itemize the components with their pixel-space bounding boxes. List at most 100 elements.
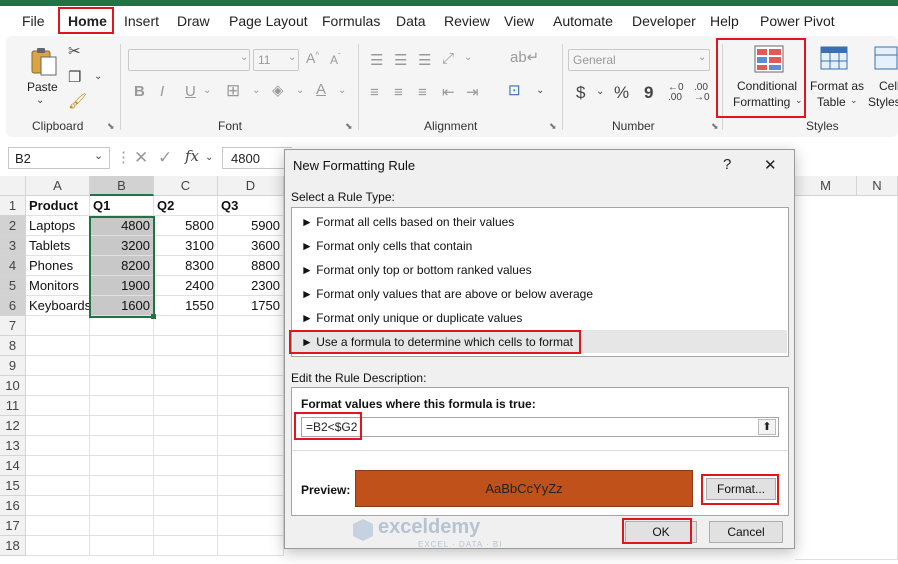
value-cell[interactable]: 2400 xyxy=(154,276,218,296)
value-cell[interactable]: 8300 xyxy=(154,256,218,276)
row-header[interactable]: 11 xyxy=(0,396,26,416)
column-header-a[interactable]: A xyxy=(26,176,90,196)
cut-icon[interactable]: ✂ xyxy=(68,44,81,59)
decrease-decimal-icon[interactable]: .00 →0 xyxy=(694,83,710,103)
align-left-icon[interactable]: ≡ xyxy=(370,85,379,100)
empty-cell[interactable] xyxy=(90,456,154,476)
empty-cell[interactable] xyxy=(154,356,218,376)
value-cell[interactable]: 3100 xyxy=(154,236,218,256)
rule-type-item[interactable]: ► Format only cells that contain xyxy=(293,234,787,257)
empty-cell[interactable] xyxy=(154,396,218,416)
font-name-combo[interactable] xyxy=(128,49,250,71)
top-align-icon[interactable]: ☰ xyxy=(370,53,383,68)
column-header-m[interactable]: M xyxy=(795,176,857,196)
empty-cell[interactable] xyxy=(26,536,90,556)
copy-icon[interactable]: ❐ xyxy=(68,70,81,85)
increase-decimal-icon[interactable]: ←0.00 xyxy=(668,83,684,103)
empty-cell[interactable] xyxy=(154,456,218,476)
empty-cell[interactable] xyxy=(90,476,154,496)
cancel-entry-icon[interactable]: ✕ xyxy=(134,149,148,166)
empty-cell[interactable] xyxy=(26,496,90,516)
empty-cell[interactable] xyxy=(154,536,218,556)
row-header[interactable]: 2 xyxy=(0,216,26,236)
borders-icon[interactable]: ⊞ xyxy=(226,82,240,99)
empty-cell[interactable] xyxy=(26,336,90,356)
tab-insert[interactable]: Insert xyxy=(124,13,159,29)
tab-data[interactable]: Data xyxy=(396,13,426,29)
row-header[interactable]: 4 xyxy=(0,256,26,276)
empty-cell[interactable] xyxy=(26,476,90,496)
empty-cell[interactable] xyxy=(218,456,284,476)
empty-cell[interactable] xyxy=(218,356,284,376)
number-format-combo[interactable]: General xyxy=(568,49,710,71)
row-header[interactable]: 12 xyxy=(0,416,26,436)
empty-cell[interactable] xyxy=(154,516,218,536)
empty-cell[interactable] xyxy=(26,436,90,456)
select-all-corner[interactable] xyxy=(0,176,26,196)
decrease-font-icon[interactable]: Aˇ xyxy=(330,53,341,67)
row-header[interactable]: 10 xyxy=(0,376,26,396)
empty-cell[interactable] xyxy=(26,316,90,336)
merge-dropdown-icon[interactable]: ⌄ xyxy=(536,86,544,96)
empty-cell[interactable] xyxy=(218,396,284,416)
row-header[interactable]: 8 xyxy=(0,336,26,356)
insert-function-icon[interactable]: fx xyxy=(185,149,199,164)
decrease-indent-icon[interactable]: ⇤ xyxy=(442,85,455,100)
empty-cell[interactable] xyxy=(154,416,218,436)
value-cell[interactable]: 1750 xyxy=(218,296,284,316)
row-header[interactable]: 15 xyxy=(0,476,26,496)
product-cell[interactable]: Phones xyxy=(26,256,90,276)
fill-handle[interactable] xyxy=(151,314,156,319)
row-header[interactable]: 3 xyxy=(0,236,26,256)
row-header[interactable]: 18 xyxy=(0,536,26,556)
increase-indent-icon[interactable]: ⇥ xyxy=(466,85,479,100)
wrap-text-icon[interactable]: ab↵ xyxy=(510,50,539,65)
underline-dropdown-icon[interactable]: ⌄ xyxy=(203,86,211,96)
empty-cell[interactable] xyxy=(90,496,154,516)
tab-file[interactable]: File xyxy=(22,13,45,29)
empty-cell[interactable] xyxy=(26,396,90,416)
empty-cell[interactable] xyxy=(26,356,90,376)
tab-review[interactable]: Review xyxy=(444,13,490,29)
empty-cell[interactable] xyxy=(218,336,284,356)
collapse-dialog-icon[interactable]: ⬆ xyxy=(758,419,776,435)
row-header[interactable]: 5 xyxy=(0,276,26,296)
value-cell[interactable]: 3600 xyxy=(218,236,284,256)
bold-icon[interactable]: B xyxy=(134,84,145,99)
increase-font-icon[interactable]: A^ xyxy=(306,51,319,65)
empty-cell[interactable] xyxy=(90,536,154,556)
merge-center-icon[interactable]: ⊡ xyxy=(508,83,521,98)
orientation-dropdown-icon[interactable]: ⌄ xyxy=(464,53,472,63)
font-color-dropdown-icon[interactable]: ⌄ xyxy=(338,86,346,96)
empty-cell[interactable] xyxy=(154,376,218,396)
row-header[interactable]: 13 xyxy=(0,436,26,456)
copy-dropdown-icon[interactable]: ⌄ xyxy=(94,72,102,82)
percent-icon[interactable]: % xyxy=(614,84,629,101)
middle-align-icon[interactable]: ☰ xyxy=(394,53,407,68)
rule-type-item[interactable]: ► Format only top or bottom ranked value… xyxy=(293,258,787,281)
empty-cell[interactable] xyxy=(154,316,218,336)
fill-color-icon[interactable]: ◈ xyxy=(272,83,284,98)
tab-automate[interactable]: Automate xyxy=(553,13,613,29)
grid-area-right[interactable] xyxy=(795,196,898,560)
font-color-icon[interactable]: A xyxy=(316,82,326,97)
orientation-icon[interactable]: ⤢ xyxy=(442,51,454,66)
empty-cell[interactable] xyxy=(90,416,154,436)
header-cell[interactable]: Q1 xyxy=(90,196,154,216)
tab-page-layout[interactable]: Page Layout xyxy=(229,13,308,29)
empty-cell[interactable] xyxy=(90,336,154,356)
column-header-n[interactable]: N xyxy=(857,176,898,196)
empty-cell[interactable] xyxy=(218,416,284,436)
comma-style-icon[interactable]: 9 xyxy=(644,84,653,101)
italic-icon[interactable]: I xyxy=(160,84,164,99)
rule-type-item[interactable]: ► Format only values that are above or b… xyxy=(293,282,787,305)
tab-view[interactable]: View xyxy=(504,13,534,29)
empty-cell[interactable] xyxy=(26,376,90,396)
empty-cell[interactable] xyxy=(90,396,154,416)
align-right-icon[interactable]: ≡ xyxy=(418,85,427,100)
row-header[interactable]: 7 xyxy=(0,316,26,336)
empty-cell[interactable] xyxy=(154,496,218,516)
empty-cell[interactable] xyxy=(154,476,218,496)
value-cell[interactable]: 5800 xyxy=(154,216,218,236)
empty-cell[interactable] xyxy=(26,416,90,436)
